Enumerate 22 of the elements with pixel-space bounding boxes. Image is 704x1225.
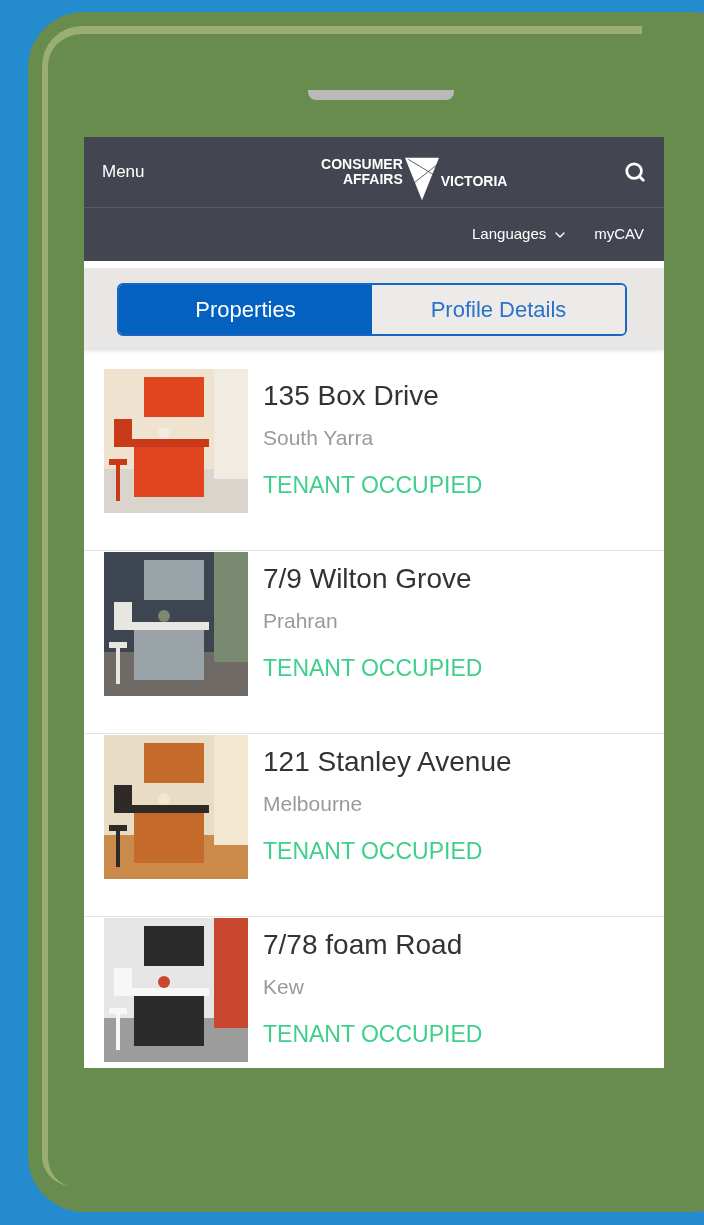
property-status: TENANT OCCUPIED	[263, 836, 484, 866]
property-status: TENANT OCCUPIED	[263, 1019, 483, 1049]
property-suburb: Kew	[263, 974, 305, 1000]
property-address: 7/9 Wilton Grove	[263, 562, 473, 596]
property-suburb: Melbourne	[263, 791, 364, 817]
logo-text: VICTORIA	[440, 174, 508, 189]
account-link[interactable]: myCAV	[594, 223, 644, 246]
property-status: TENANT OCCUPIED	[263, 470, 483, 500]
speaker-icon	[308, 90, 454, 100]
segment-tab[interactable]: Properties	[119, 284, 372, 334]
logo-text: CONSUMER	[321, 157, 403, 172]
property-suburb: Prahran	[263, 608, 339, 634]
logo-text: AFFAIRS	[342, 172, 403, 187]
property-status: TENANT OCCUPIED	[263, 653, 483, 683]
search-icon[interactable]	[624, 161, 646, 183]
property-address: 135 Box Drive	[263, 379, 440, 413]
languages-dropdown[interactable]: Languages	[472, 223, 569, 246]
property-address: 7/78 foam Road	[263, 928, 464, 962]
menu-button[interactable]: Menu	[102, 159, 145, 185]
segment-tab[interactable]: Profile Details	[372, 284, 625, 334]
property-suburb: South Yarra	[263, 425, 375, 451]
property-address: 121 Stanley Avenue	[263, 745, 512, 779]
